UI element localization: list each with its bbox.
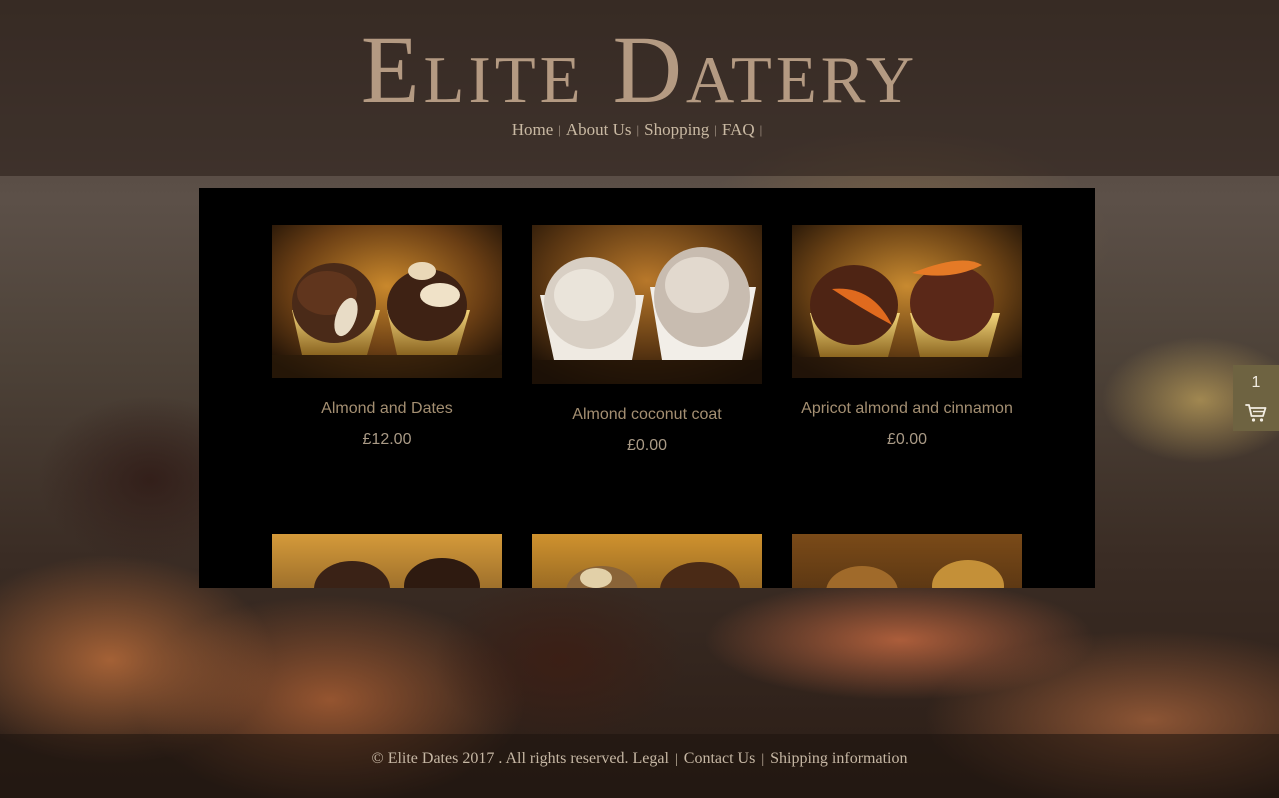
product-name[interactable]: Apricot almond and cinnamon xyxy=(792,400,1022,418)
product-photo-chocolate-sprinkle[interactable] xyxy=(272,534,502,588)
nav-separator: | xyxy=(558,122,561,137)
site-logo[interactable]: Elite Datery xyxy=(0,22,1279,118)
shopping-cart-icon[interactable] xyxy=(1245,403,1267,423)
product-card[interactable] xyxy=(532,534,762,588)
product-card[interactable]: Almond and Dates £12.00 xyxy=(272,225,502,449)
product-name[interactable]: Almond and Dates xyxy=(272,400,502,418)
footer-line: © Elite Dates 2017 . All rights reserved… xyxy=(0,750,1279,768)
nav-shopping-link[interactable]: Shopping xyxy=(644,120,709,139)
site-header: Elite Datery Home | About Us | Shopping | FAQ | xyxy=(0,0,1279,176)
footer-legal-link[interactable]: Legal xyxy=(633,750,669,767)
footer-separator: | xyxy=(674,752,678,767)
nav-about-link[interactable]: About Us xyxy=(566,120,632,139)
product-grid: Almond and Dates £12.00 Almond coconut c… xyxy=(199,188,1095,588)
cart-count: 1 xyxy=(1251,374,1261,391)
copyright-text: © Elite Dates 2017 . All rights reserved… xyxy=(371,750,629,767)
product-photo-apricot-almond[interactable] xyxy=(792,225,1022,378)
footer-separator: | xyxy=(761,752,765,767)
product-card[interactable]: Apricot almond and cinnamon £0.00 xyxy=(792,225,1022,449)
main-nav: Home | About Us | Shopping | FAQ | xyxy=(0,120,1279,140)
product-photo-nut-dates[interactable] xyxy=(532,534,762,588)
footer-shipping-link[interactable]: Shipping information xyxy=(770,750,907,767)
product-card[interactable] xyxy=(792,534,1022,588)
product-photo-almond-dates[interactable] xyxy=(272,225,502,378)
product-price: £0.00 xyxy=(886,431,928,448)
product-photo-hazelnut-dates[interactable] xyxy=(792,534,1022,588)
product-price: £0.00 xyxy=(626,437,668,454)
product-name[interactable]: Almond coconut coat xyxy=(532,406,762,424)
product-card[interactable]: Almond coconut coat £0.00 xyxy=(532,225,762,455)
nav-separator: | xyxy=(759,122,763,137)
site-footer: © Elite Dates 2017 . All rights reserved… xyxy=(0,734,1279,798)
product-photo-almond-coconut[interactable] xyxy=(532,225,762,384)
cart-widget[interactable]: 1 xyxy=(1233,365,1279,431)
product-card[interactable] xyxy=(272,534,502,588)
nav-home-link[interactable]: Home xyxy=(512,120,554,139)
footer-contact-link[interactable]: Contact Us xyxy=(684,750,756,767)
nav-separator: | xyxy=(636,122,640,137)
nav-faq-link[interactable]: FAQ xyxy=(722,120,755,139)
product-price: £12.00 xyxy=(362,431,412,448)
nav-separator: | xyxy=(714,122,717,137)
